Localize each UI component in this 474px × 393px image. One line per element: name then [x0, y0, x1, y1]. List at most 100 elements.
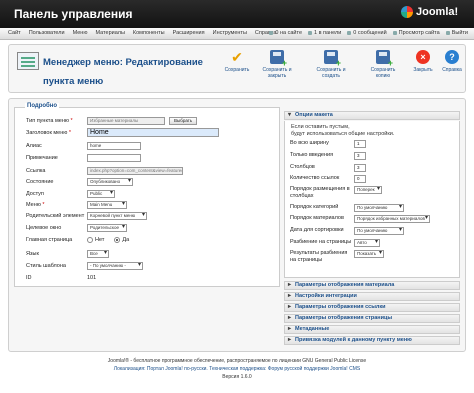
- note-input[interactable]: [87, 153, 141, 162]
- home-yes-radio[interactable]: Да: [114, 236, 130, 243]
- close-icon: ×: [416, 50, 430, 64]
- parent-label: Родительский элемент: [26, 212, 85, 219]
- option-select[interactable]: По умолчанию: [354, 227, 404, 235]
- menu-tools[interactable]: Инструменты: [213, 30, 247, 36]
- save-close-button[interactable]: Сохранить и закрыть: [257, 50, 297, 79]
- status-messages[interactable]: 0 сообщений: [347, 30, 387, 36]
- save-new-button[interactable]: Сохранить и создать: [311, 50, 351, 79]
- home-no-label: Нет: [95, 236, 105, 243]
- save-new-label: Сохранить и создать: [316, 67, 346, 79]
- home-yes-label: Да: [122, 236, 130, 243]
- language-label: Язык: [26, 250, 39, 257]
- menu-row: Меню * Main Menu: [26, 200, 276, 209]
- parent-row: Родительский элемент Корневой пункт меню: [26, 211, 276, 220]
- save-label: Сохранить: [224, 67, 250, 73]
- status-online-admin: 1 в панели: [308, 30, 341, 36]
- save-button[interactable]: ✔ Сохранить: [217, 50, 257, 73]
- accordion-link-options[interactable]: Параметры отображения ссылки: [284, 303, 460, 312]
- link-field: index.php?option=com_content&view=featur…: [87, 166, 183, 175]
- footer-version: Версия 1.6.0: [222, 374, 252, 380]
- save-copy-button[interactable]: Сохранить копию: [363, 50, 403, 79]
- save-copy-icon: [376, 50, 393, 68]
- menu-select[interactable]: Main Menu: [87, 200, 127, 209]
- language-select[interactable]: Все: [87, 249, 109, 258]
- help-button[interactable]: ? Справка: [432, 50, 472, 73]
- option-select[interactable]: По умолчанию: [354, 204, 404, 212]
- footer-localization[interactable]: Локализация: Портал Joomla! по-русски. Т…: [0, 365, 474, 373]
- accordion-page-display[interactable]: Параметры отображения страницы: [284, 314, 460, 323]
- option-input[interactable]: 3: [354, 164, 366, 172]
- main-menubar: Сайт Пользователи Меню Материалы Компоне…: [0, 28, 474, 40]
- menu-content[interactable]: Материалы: [95, 30, 124, 36]
- options-desc-line1: Если оставить пустым,: [291, 124, 350, 130]
- menu-menus[interactable]: Меню: [73, 30, 88, 36]
- details-legend: Подробно: [25, 103, 60, 109]
- state-row: Состояние Опубликовано: [26, 177, 276, 186]
- options-desc-line2: будут использоваться общие настройки.: [291, 131, 395, 137]
- language-row: Язык Все: [26, 249, 276, 258]
- target-select[interactable]: Родительское: [87, 223, 127, 232]
- accordion-integration[interactable]: Настройки интеграции: [284, 292, 460, 301]
- home-no-radio[interactable]: Нет: [87, 236, 105, 243]
- select-type-button[interactable]: Выбрать: [169, 116, 198, 125]
- page-footer: Joomla!® - бесплатное программное обеспе…: [0, 357, 474, 381]
- state-label: Состояние: [26, 178, 54, 185]
- status-online-site: 0 на сайте: [269, 30, 302, 36]
- logout-link[interactable]: Выйти: [445, 30, 468, 36]
- radio-icon: [87, 236, 93, 243]
- option-select[interactable]: Показать: [354, 250, 384, 258]
- menu-type-row: Тип пункта меню * Избранные материалы Вы…: [26, 116, 276, 125]
- menu-extensions[interactable]: Расширения: [173, 30, 205, 36]
- menu-type-field: Избранные материалы: [87, 116, 165, 125]
- footer-license: Joomla!® - бесплатное программное обеспе…: [107, 358, 367, 364]
- menu-users[interactable]: Пользователи: [29, 30, 65, 36]
- option-input[interactable]: 0: [354, 175, 366, 183]
- menu-components[interactable]: Компоненты: [133, 30, 165, 36]
- option-input[interactable]: 1: [354, 140, 366, 148]
- option-label: Порядок категорий: [290, 204, 339, 210]
- template-style-select[interactable]: - По умолчанию -: [87, 261, 143, 270]
- close-label: Закрыть: [413, 67, 433, 73]
- option-select[interactable]: Авто: [354, 239, 380, 247]
- accordion-module-assignment[interactable]: Привязка модулей к данному пункту меню: [284, 336, 460, 345]
- option-label: Разбиение на страницы: [290, 239, 352, 245]
- option-label: Дата для сортировки: [290, 227, 344, 233]
- alias-row: Алиас home: [26, 141, 276, 150]
- state-select[interactable]: Опубликовано: [87, 177, 133, 186]
- home-label: Главная страница: [26, 236, 73, 243]
- option-label: Столбцов: [290, 164, 315, 170]
- save-copy-label: Сохранить копию: [370, 67, 396, 79]
- view-site-link[interactable]: Просмотр сайта: [392, 30, 440, 36]
- menu-title-input[interactable]: Home: [87, 128, 219, 137]
- layout-options-header[interactable]: Опции макета: [284, 111, 460, 120]
- option-row: Разбиение на страницы Авто: [290, 239, 458, 247]
- id-value: 101: [87, 274, 97, 281]
- radio-checked-icon: [114, 236, 121, 243]
- status-bar: 0 на сайте 1 в панели 0 сообщений Просмо…: [269, 30, 468, 36]
- menu-manager-icon: [17, 52, 39, 70]
- access-select[interactable]: Public: [87, 189, 115, 198]
- id-label: ID: [26, 274, 32, 281]
- help-label: Справка: [442, 67, 462, 73]
- option-row: Во всю ширину 1: [290, 140, 458, 148]
- alias-input[interactable]: home: [87, 141, 141, 150]
- option-input[interactable]: 3: [354, 152, 366, 160]
- note-row: Примечание: [26, 153, 276, 162]
- option-label: Во всю ширину: [290, 140, 329, 146]
- parent-select[interactable]: Корневой пункт меню: [87, 211, 147, 220]
- option-select[interactable]: Порядок избранных материалов: [354, 215, 430, 223]
- option-row: Порядок размещения в столбцах Поперек: [290, 186, 458, 199]
- option-row: Дата для сортировки По умолчанию: [290, 227, 458, 235]
- accordion-metadata[interactable]: Метаданные: [284, 325, 460, 334]
- menu-site[interactable]: Сайт: [8, 30, 21, 36]
- access-row: Доступ Public: [26, 189, 276, 198]
- option-row: Порядок материалов Порядок избранных мат…: [290, 215, 458, 223]
- option-row: Порядок категорий По умолчанию: [290, 204, 458, 212]
- menu-title-row: Заголовок меню * Home: [26, 128, 276, 137]
- id-row: ID 101: [26, 273, 276, 282]
- option-label: Количество ссылок: [290, 175, 340, 181]
- access-label: Доступ: [26, 190, 44, 197]
- header-bar: Панель управления Joomla!: [0, 0, 474, 28]
- option-select[interactable]: Поперек: [354, 186, 382, 194]
- accordion-article-options[interactable]: Параметры отображения материала: [284, 281, 460, 290]
